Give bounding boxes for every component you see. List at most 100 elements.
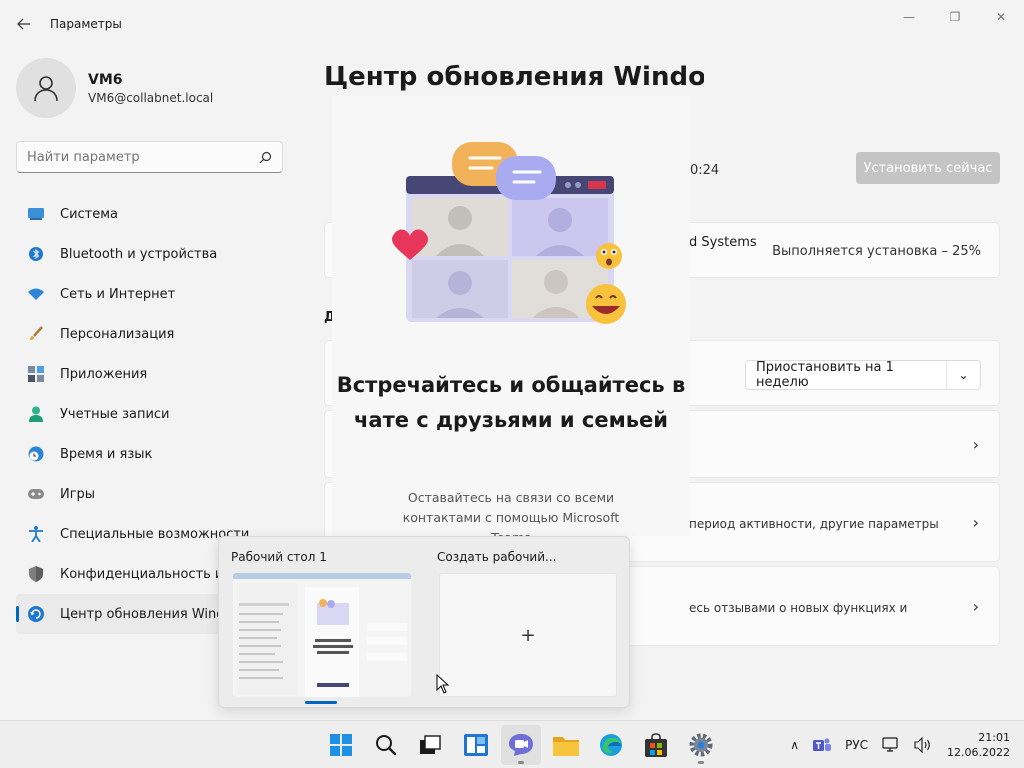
sidebar-item-label: Приложения bbox=[60, 366, 148, 382]
sidebar-item-label: Время и язык bbox=[60, 446, 153, 462]
chevron-right-icon: › bbox=[972, 513, 979, 532]
sidebar-item-time-language[interactable]: Время и язык bbox=[16, 434, 296, 474]
sidebar-item-label: Bluetooth и устройства bbox=[60, 246, 218, 262]
taskbar-pinned bbox=[318, 721, 723, 768]
edge-button[interactable] bbox=[591, 725, 631, 765]
clock-date: 12.06.2022 bbox=[947, 746, 1010, 759]
sidebar-item-label: Игры bbox=[60, 486, 96, 502]
last-check-time: 0:24 bbox=[690, 163, 720, 178]
system-tray: ∧ РУС 21:01 12.06.2022 bbox=[783, 721, 1024, 768]
sidebar-item-personalization[interactable]: Персонализация bbox=[16, 314, 296, 354]
volume-button[interactable] bbox=[914, 737, 932, 753]
pause-dropdown[interactable]: Приостановить на 1 неделю ⌄ bbox=[745, 360, 981, 390]
gamepad-icon bbox=[28, 486, 44, 502]
arrow-left-icon bbox=[17, 18, 30, 30]
show-hidden-icons-button[interactable]: ∧ bbox=[790, 738, 799, 752]
avatar bbox=[16, 58, 76, 118]
widgets-icon bbox=[463, 734, 488, 756]
widgets-button[interactable] bbox=[456, 725, 496, 765]
search-icon bbox=[375, 735, 396, 756]
video-call-illustration bbox=[391, 142, 626, 324]
time-language-icon bbox=[28, 446, 44, 462]
profile-email: VM6@collabnet.local bbox=[88, 90, 214, 105]
chat-button[interactable] bbox=[500, 725, 541, 765]
search-box[interactable] bbox=[16, 141, 283, 173]
new-desktop[interactable]: Создать рабочий... + bbox=[425, 537, 619, 705]
install-now-button[interactable]: Установить сейчас bbox=[856, 152, 1000, 184]
sidebar-item-accounts[interactable]: Учетные записи bbox=[16, 394, 296, 434]
advanced-options-subtitle: период активности, другие параметры bbox=[689, 517, 939, 531]
speaker-icon bbox=[914, 737, 930, 753]
sidebar-item-label: Учетные записи bbox=[60, 406, 170, 422]
teams-icon bbox=[813, 738, 832, 751]
network-icon bbox=[28, 286, 44, 302]
sidebar-item-gaming[interactable]: Игры bbox=[16, 474, 296, 514]
desktop-label: Рабочий стол 1 bbox=[231, 550, 327, 564]
settings-button[interactable] bbox=[681, 725, 721, 765]
chat-flyout: Встречайтесь и общайтесь в чате с друзья… bbox=[332, 96, 690, 536]
title-bar: Параметры — ❐ ✕ bbox=[0, 0, 1024, 48]
sidebar-item-apps[interactable]: Приложения bbox=[16, 354, 296, 394]
page-title: Центр обновления Windows bbox=[324, 62, 704, 92]
user-profile[interactable]: VM6 VM6@collabnet.local bbox=[16, 58, 213, 118]
chevron-right-icon: › bbox=[972, 597, 979, 616]
chevron-down-icon[interactable]: ⌄ bbox=[946, 361, 980, 389]
mouse-cursor-icon bbox=[436, 674, 450, 694]
person-icon bbox=[34, 76, 58, 102]
new-desktop-button[interactable]: + bbox=[439, 573, 617, 697]
active-desktop-indicator bbox=[305, 701, 337, 704]
sidebar-item-system[interactable]: Система bbox=[16, 194, 296, 234]
maximize-button[interactable]: ❐ bbox=[932, 6, 978, 28]
desktop-1[interactable]: Рабочий стол 1 bbox=[219, 537, 413, 705]
sidebar-item-label: Сеть и Интернет bbox=[60, 286, 176, 302]
plus-icon: + bbox=[520, 624, 536, 646]
task-view-icon bbox=[419, 735, 441, 754]
clock-time: 21:01 bbox=[978, 731, 1010, 744]
profile-name: VM6 bbox=[88, 71, 123, 88]
network-wired-icon bbox=[882, 737, 898, 752]
brush-icon bbox=[28, 326, 44, 342]
bluetooth-icon bbox=[28, 246, 44, 262]
store-button[interactable] bbox=[636, 725, 676, 765]
back-button[interactable] bbox=[10, 10, 38, 38]
chat-icon bbox=[508, 734, 533, 756]
sidebar-item-label: Система bbox=[60, 206, 119, 222]
edge-icon bbox=[599, 734, 622, 756]
chevron-up-icon: ∧ bbox=[790, 738, 800, 752]
accessibility-icon bbox=[28, 526, 44, 542]
file-explorer-icon bbox=[552, 737, 579, 756]
chat-heading: Встречайтесь и общайтесь в чате с друзья… bbox=[336, 373, 686, 432]
clock[interactable]: 21:01 12.06.2022 bbox=[947, 730, 1010, 760]
desktop-thumbnail[interactable] bbox=[233, 573, 411, 697]
taskbar-search-button[interactable] bbox=[366, 725, 406, 765]
sidebar-item-bluetooth[interactable]: Bluetooth и устройства bbox=[16, 234, 296, 274]
taskbar: ∧ РУС 21:01 12.06.2022 bbox=[0, 720, 1024, 768]
close-button[interactable]: ✕ bbox=[978, 6, 1024, 28]
search-input[interactable] bbox=[27, 149, 259, 165]
language-indicator[interactable]: РУС bbox=[845, 738, 868, 752]
close-icon: ✕ bbox=[995, 10, 1007, 24]
teams-tray-button[interactable] bbox=[813, 737, 832, 753]
sidebar-item-network[interactable]: Сеть и Интернет bbox=[16, 274, 296, 314]
search-icon[interactable] bbox=[259, 151, 272, 164]
account-icon bbox=[28, 406, 44, 422]
pause-option: Приостановить на 1 неделю bbox=[756, 360, 894, 390]
update-name: d Systems bbox=[689, 235, 757, 250]
task-view-button[interactable] bbox=[411, 725, 451, 765]
settings-icon bbox=[689, 733, 712, 757]
maximize-icon: ❐ bbox=[949, 10, 961, 24]
network-status-button[interactable] bbox=[882, 737, 900, 753]
desktops-flyout: Рабочий стол 1 Создать рабочий... + bbox=[218, 536, 630, 708]
new-desktop-label: Создать рабочий... bbox=[437, 550, 557, 564]
file-explorer-button[interactable] bbox=[546, 725, 586, 765]
minimize-button[interactable]: — bbox=[886, 6, 932, 28]
app-title: Параметры bbox=[50, 17, 122, 31]
shield-icon bbox=[28, 566, 44, 582]
start-icon bbox=[329, 734, 352, 756]
apps-icon bbox=[28, 366, 44, 382]
minimize-icon: — bbox=[903, 10, 915, 24]
insider-subtitle: есь отзывами о новых функциях и bbox=[689, 601, 908, 615]
system-icon bbox=[28, 206, 44, 222]
chevron-right-icon: › bbox=[972, 435, 979, 454]
start-button[interactable] bbox=[321, 725, 361, 765]
